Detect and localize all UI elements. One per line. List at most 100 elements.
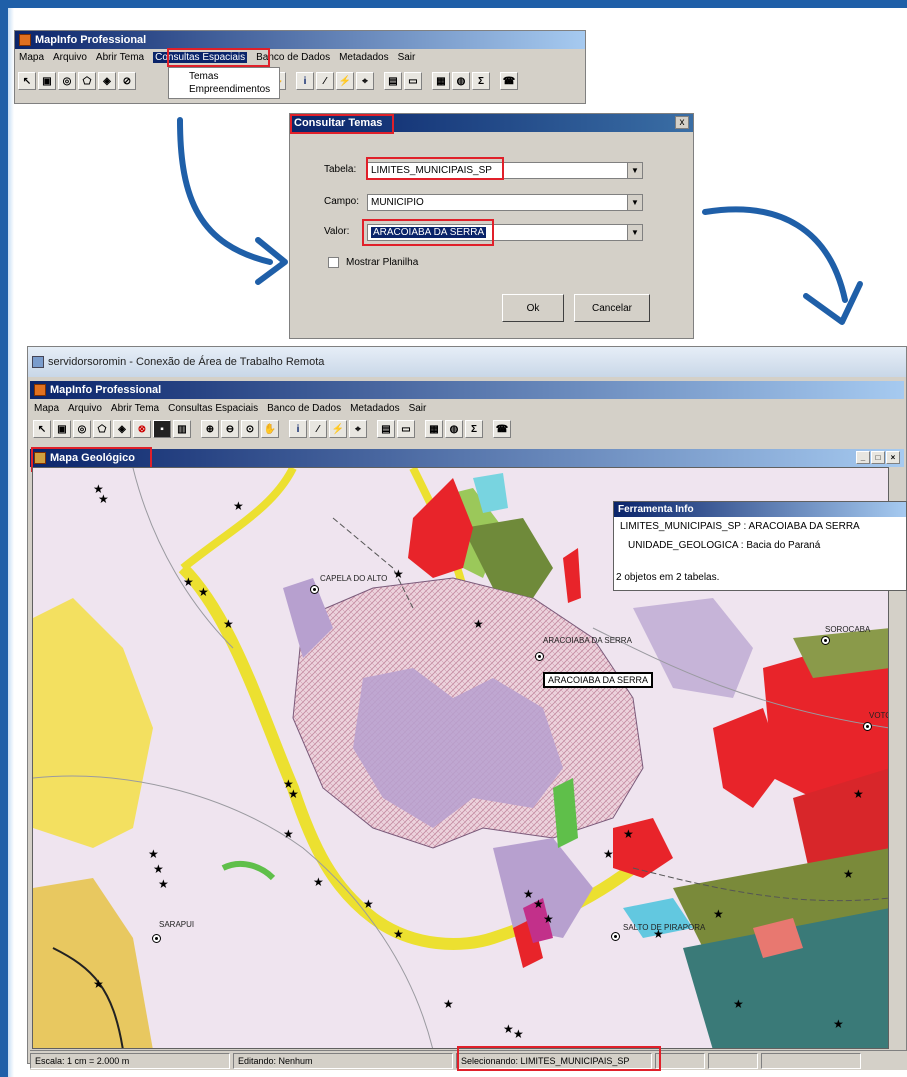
sigma-icon[interactable]: Σ (472, 72, 490, 90)
mostrar-planilha-label: Mostrar Planilha (346, 257, 419, 268)
highlight-selecting (457, 1046, 661, 1071)
top-toolbar: ↖ ▣ ◎ ⬠ ◈ ⊘ ✋ i ⁄ ⚡ ⌖ ▤ ▭ ▦ ◍ Σ ☎ (15, 69, 585, 93)
polygon-select-icon[interactable]: ⬠ (93, 420, 111, 438)
sigma-icon[interactable]: Σ (465, 420, 483, 438)
svg-text:★: ★ (543, 912, 554, 926)
legend-icon[interactable]: ▭ (404, 72, 422, 90)
chevron-down-icon[interactable]: ▼ (627, 163, 642, 178)
campo-select[interactable]: MUNICIPIO ▼ (367, 194, 643, 211)
globe-icon[interactable]: ◍ (452, 72, 470, 90)
menu-arquivo[interactable]: Arquivo (68, 403, 102, 414)
radius-select-icon[interactable]: ◎ (58, 72, 76, 90)
dialog-close-button[interactable]: x (675, 116, 689, 129)
zoom-in-icon[interactable]: ⊕ (201, 420, 219, 438)
label-votorantim: VOTO (869, 711, 888, 720)
invert-select-icon[interactable]: ▪ (153, 420, 171, 438)
svg-text:★: ★ (623, 827, 634, 841)
svg-text:★: ★ (288, 787, 299, 801)
marquee-select-icon[interactable]: ▣ (53, 420, 71, 438)
layer-control-icon[interactable]: ▤ (377, 420, 395, 438)
svg-text:★: ★ (733, 997, 744, 1011)
select-arrow-icon[interactable]: ↖ (33, 420, 51, 438)
top-window-titlebar: MapInfo Professional (15, 31, 585, 49)
label-aracoiaba: ARACOIABA DA SERRA (543, 636, 632, 645)
ok-button[interactable]: Ok (502, 294, 564, 322)
drag-window-icon[interactable]: ⚡ (336, 72, 354, 90)
remote-menubar: Mapa Arquivo Abrir Tema Consultas Espaci… (30, 400, 904, 416)
boundary-select-icon[interactable]: ◈ (98, 72, 116, 90)
menu-arquivo[interactable]: Arquivo (53, 52, 87, 63)
dropdown-item-empreendimentos[interactable]: Empreendimentos (175, 83, 273, 96)
ruler-icon[interactable]: ⌖ (356, 72, 374, 90)
drag-window-icon[interactable]: ⚡ (329, 420, 347, 438)
selected-municipality-label[interactable]: ARACOIABA DA SERRA (543, 672, 654, 688)
radius-select-icon[interactable]: ◎ (73, 420, 91, 438)
menu-mapa[interactable]: Mapa (19, 52, 44, 63)
city-marker-salto[interactable] (611, 932, 620, 941)
city-marker-sarapui[interactable] (152, 934, 161, 943)
change-view-icon[interactable]: ⊙ (241, 420, 259, 438)
remote-desktop-icon (32, 356, 44, 368)
remote-titlebar: servidorsoromin - Conexão de Área de Tra… (28, 347, 906, 377)
svg-text:★: ★ (603, 847, 614, 861)
chevron-down-icon[interactable]: ▼ (627, 225, 642, 240)
svg-text:★: ★ (713, 907, 724, 921)
svg-text:★: ★ (363, 897, 374, 911)
svg-text:★: ★ (98, 492, 109, 506)
globe-icon[interactable]: ◍ (445, 420, 463, 438)
dropdown-item-temas[interactable]: Temas (175, 70, 273, 83)
menu-sair[interactable]: Sair (398, 52, 416, 63)
status-scale: Escala: 1 cm = 2.000 m (30, 1052, 230, 1069)
info-line-geologia[interactable]: UNIDADE_GEOLOGICA : Bacia do Paraná (628, 540, 820, 551)
unselect-icon[interactable]: ⊘ (118, 72, 136, 90)
info-tool-icon[interactable]: i (296, 72, 314, 90)
maximize-icon[interactable]: □ (871, 451, 885, 464)
phone-icon[interactable]: ☎ (500, 72, 518, 90)
menu-metadados[interactable]: Metadados (339, 52, 388, 63)
svg-text:★: ★ (198, 585, 209, 599)
close-icon[interactable]: × (886, 451, 900, 464)
boundary-select-icon[interactable]: ◈ (113, 420, 131, 438)
city-marker-capela[interactable] (310, 585, 319, 594)
browser-icon[interactable]: ▦ (425, 420, 443, 438)
campo-label: Campo: (324, 196, 360, 207)
info-tool-titlebar: Ferramenta Info (614, 502, 906, 517)
label-sarapui: SARAPUI (159, 920, 195, 929)
svg-text:★: ★ (853, 787, 864, 801)
menu-abrir-tema[interactable]: Abrir Tema (96, 52, 144, 63)
menu-mapa[interactable]: Mapa (34, 403, 59, 414)
city-marker-sorocaba[interactable] (821, 636, 830, 645)
layer-control-icon[interactable]: ▤ (384, 72, 402, 90)
minimize-icon[interactable]: _ (856, 451, 870, 464)
menu-consultas-espaciais[interactable]: Consultas Espaciais (168, 403, 258, 414)
chevron-down-icon[interactable]: ▼ (627, 195, 642, 210)
menu-abrir-tema[interactable]: Abrir Tema (111, 403, 159, 414)
remote-app-title: MapInfo Professional (50, 384, 162, 396)
info-line-municipio[interactable]: LIMITES_MUNICIPAIS_SP : ARACOIABA DA SER… (620, 521, 860, 532)
phone-icon[interactable]: ☎ (493, 420, 511, 438)
mostrar-planilha-checkbox[interactable] (328, 257, 339, 268)
select-arrow-icon[interactable]: ↖ (18, 72, 36, 90)
city-marker-aracoiaba[interactable] (535, 652, 544, 661)
polygon-select-icon[interactable]: ⬠ (78, 72, 96, 90)
pan-hand-icon[interactable]: ✋ (261, 420, 279, 438)
browser-icon[interactable]: ▦ (432, 72, 450, 90)
marquee-select-icon[interactable]: ▣ (38, 72, 56, 90)
legend-icon[interactable]: ▭ (397, 420, 415, 438)
menu-metadados[interactable]: Metadados (350, 403, 399, 414)
city-marker-votorantim[interactable] (863, 722, 872, 731)
label-tool-icon[interactable]: ⁄ (316, 72, 334, 90)
info-tool-icon[interactable]: i (289, 420, 307, 438)
label-tool-icon[interactable]: ⁄ (309, 420, 327, 438)
svg-text:★: ★ (158, 877, 169, 891)
menu-banco-de-dados[interactable]: Banco de Dados (267, 403, 341, 414)
svg-text:★: ★ (93, 977, 104, 991)
ruler-icon[interactable]: ⌖ (349, 420, 367, 438)
svg-text:★: ★ (153, 862, 164, 876)
info-summary: 2 objetos em 2 tabelas. (616, 572, 720, 583)
stop-icon[interactable]: ⊗ (133, 420, 151, 438)
cancel-button[interactable]: Cancelar (574, 294, 650, 322)
menu-sair[interactable]: Sair (409, 403, 427, 414)
graph-select-icon[interactable]: ▥ (173, 420, 191, 438)
zoom-out-icon[interactable]: ⊖ (221, 420, 239, 438)
